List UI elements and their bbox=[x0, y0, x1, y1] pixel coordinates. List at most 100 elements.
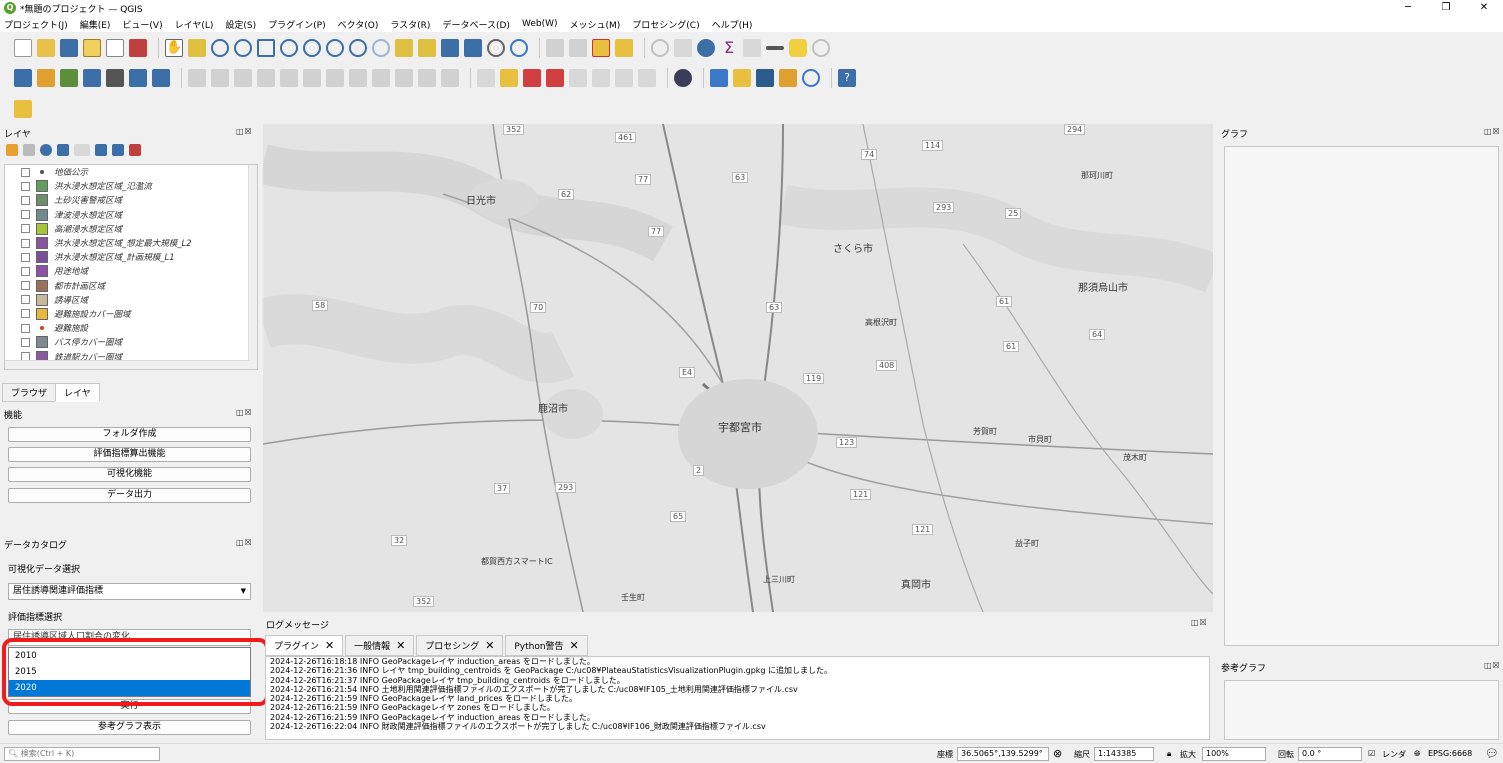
collapse-all-icon[interactable] bbox=[112, 144, 124, 156]
zoom-selection-icon[interactable] bbox=[280, 39, 298, 57]
zoom-layer-icon[interactable] bbox=[303, 39, 321, 57]
tab-processing[interactable]: プロセシング ✕ bbox=[416, 635, 504, 656]
pan-hand-icon[interactable]: ✋ bbox=[165, 39, 183, 57]
layer-visibility-checkbox[interactable] bbox=[21, 309, 30, 319]
layer-visibility-checkbox[interactable] bbox=[21, 295, 30, 305]
menu-plugins[interactable]: プラグイン(P) bbox=[268, 18, 325, 31]
measure-ruler-icon[interactable] bbox=[766, 46, 784, 50]
zoom-next-icon[interactable] bbox=[372, 39, 390, 57]
new-bookmark-icon[interactable] bbox=[441, 39, 459, 57]
globe-plugin-icon[interactable] bbox=[674, 69, 692, 87]
toggle-extents-icon[interactable]: ⊗ bbox=[1053, 747, 1062, 760]
add-mesh-icon[interactable] bbox=[129, 69, 147, 87]
undo-icon[interactable] bbox=[418, 69, 436, 87]
tab-python-warnings[interactable]: Python警告 ✕ bbox=[505, 635, 588, 656]
refresh-icon[interactable] bbox=[510, 39, 528, 57]
save-edits-icon[interactable] bbox=[234, 69, 252, 87]
layer-item[interactable]: 用途地域 bbox=[5, 264, 257, 278]
copy-features-icon[interactable] bbox=[372, 69, 390, 87]
layer-item[interactable]: 高潮浸水想定区域 bbox=[5, 222, 257, 236]
statistics-sigma-icon[interactable]: Σ bbox=[720, 39, 738, 57]
new-map-view-icon[interactable] bbox=[395, 39, 413, 57]
rotation-field[interactable]: 0.0 ° bbox=[1298, 747, 1362, 761]
add-vector-layer-icon[interactable] bbox=[14, 69, 32, 87]
select-features-icon[interactable] bbox=[546, 39, 564, 57]
show-hide-labels-icon[interactable] bbox=[523, 69, 541, 87]
layer-visibility-checkbox[interactable] bbox=[21, 181, 30, 191]
lock-scale-icon[interactable]: 🔒︎ bbox=[1167, 749, 1171, 759]
move-label-icon[interactable] bbox=[569, 69, 587, 87]
visualization-data-select[interactable]: 居住誘導関連評価指標 ▼ bbox=[8, 583, 251, 600]
add-delimited-text-icon[interactable] bbox=[60, 69, 78, 87]
layer-tree-vscrollbar[interactable] bbox=[248, 165, 257, 369]
menu-processing[interactable]: プロセシング(C) bbox=[632, 18, 699, 31]
layer-item[interactable]: 洪水浸水想定区域_計画規模_L1 bbox=[5, 250, 257, 264]
layer-visibility-checkbox[interactable] bbox=[21, 337, 30, 347]
change-label-icon[interactable] bbox=[615, 69, 633, 87]
close-tab-icon[interactable]: ✕ bbox=[570, 639, 579, 652]
locator-search-input[interactable]: 🔍︎ 検索(Ctrl + K) bbox=[4, 747, 160, 761]
preview-labels-icon[interactable] bbox=[546, 69, 564, 87]
layers-dock-buttons[interactable]: ◫☒ bbox=[236, 127, 253, 136]
tab-browser[interactable]: ブラウザ bbox=[2, 383, 57, 402]
layer-item[interactable]: 避難施設カバー圏域 bbox=[5, 307, 257, 321]
layer-item[interactable]: 洪水浸水想定区域_氾濫流 bbox=[5, 179, 257, 193]
index-calculation-button[interactable]: 評価指標算出機能 bbox=[8, 447, 251, 462]
settings-gear-icon[interactable] bbox=[697, 39, 715, 57]
layer-visibility-checkbox[interactable] bbox=[21, 266, 30, 276]
menu-view[interactable]: ビュー(V) bbox=[122, 18, 162, 31]
maximize-button[interactable]: ❐ bbox=[1427, 0, 1465, 16]
add-group-icon[interactable] bbox=[23, 144, 35, 156]
close-tab-icon[interactable]: ✕ bbox=[485, 639, 494, 652]
coordinate-field[interactable]: 36.5065°,139.5299° bbox=[957, 747, 1049, 761]
new-3d-map-view-icon[interactable] bbox=[418, 39, 436, 57]
filter-legend-icon[interactable] bbox=[57, 144, 69, 156]
new-shapefile-icon[interactable] bbox=[152, 69, 170, 87]
zoom-in-icon[interactable] bbox=[211, 39, 229, 57]
tab-general[interactable]: 一般情報 ✕ bbox=[345, 635, 415, 656]
render-checkbox[interactable]: ☑ bbox=[1368, 749, 1375, 758]
vertex-tool-icon[interactable] bbox=[280, 69, 298, 87]
ref-graph-dock-buttons[interactable]: ◫☒ bbox=[1484, 661, 1501, 670]
layer-item[interactable]: 地価公示 bbox=[5, 165, 257, 179]
layer-visibility-checkbox[interactable] bbox=[21, 167, 30, 177]
menu-layer[interactable]: レイヤ(L) bbox=[175, 18, 214, 31]
tab-plugins[interactable]: プラグイン ✕ bbox=[265, 635, 344, 656]
label-pin-icon[interactable] bbox=[500, 69, 518, 87]
scale-field[interactable]: 1:143385 bbox=[1094, 747, 1154, 761]
identify-features-icon[interactable] bbox=[651, 39, 669, 57]
layer-item[interactable]: 洪水浸水想定区域_想定最大規模_L2 bbox=[5, 236, 257, 250]
menu-edit[interactable]: 編集(E) bbox=[80, 18, 111, 31]
close-tab-icon[interactable]: ✕ bbox=[325, 639, 334, 652]
menu-vector[interactable]: ベクタ(O) bbox=[338, 18, 379, 31]
map-canvas[interactable]: 日光市 さくら市 那須烏山市 鹿沼市 宇都宮市 芳賀町 市貝町 茂木町 高根沢町… bbox=[263, 124, 1213, 612]
layer-visibility-checkbox[interactable] bbox=[21, 195, 30, 205]
filter-expression-icon[interactable] bbox=[74, 144, 90, 156]
create-folder-button[interactable]: フォルダ作成 bbox=[8, 427, 251, 442]
remove-layer-icon[interactable] bbox=[129, 144, 141, 156]
menu-raster[interactable]: ラスタ(R) bbox=[390, 18, 430, 31]
messages-icon[interactable]: 💬︎ bbox=[1485, 747, 1499, 760]
new-print-layout-icon[interactable] bbox=[83, 39, 101, 57]
graph-dock-buttons[interactable]: ◫☒ bbox=[1484, 127, 1501, 136]
modify-attributes-icon[interactable] bbox=[303, 69, 321, 87]
layer-item[interactable]: バス停カバー圏域 bbox=[5, 335, 257, 349]
menu-web[interactable]: Web(W) bbox=[522, 19, 558, 29]
locator-icon[interactable] bbox=[812, 39, 830, 57]
field-calculator-icon[interactable] bbox=[743, 39, 761, 57]
zoom-native-icon[interactable] bbox=[326, 39, 344, 57]
add-spatialite-icon[interactable] bbox=[83, 69, 101, 87]
layer-visibility-checkbox[interactable] bbox=[21, 210, 30, 220]
layout-manager-icon[interactable] bbox=[106, 39, 124, 57]
delete-selected-icon[interactable] bbox=[326, 69, 344, 87]
digitize-icon[interactable] bbox=[257, 69, 275, 87]
new-project-icon[interactable] bbox=[14, 39, 32, 57]
data-output-button[interactable]: データ出力 bbox=[8, 488, 251, 503]
layer-item[interactable]: 土砂災害警戒区域 bbox=[5, 193, 257, 207]
save-project-icon[interactable] bbox=[60, 39, 78, 57]
visualization-button[interactable]: 可視化機能 bbox=[8, 467, 251, 482]
layer-item[interactable]: 都市計画区域 bbox=[5, 279, 257, 293]
menu-database[interactable]: データベース(D) bbox=[442, 18, 510, 31]
catalog-dock-buttons[interactable]: ◫☒ bbox=[236, 538, 253, 547]
manage-visibility-icon[interactable] bbox=[40, 144, 52, 156]
